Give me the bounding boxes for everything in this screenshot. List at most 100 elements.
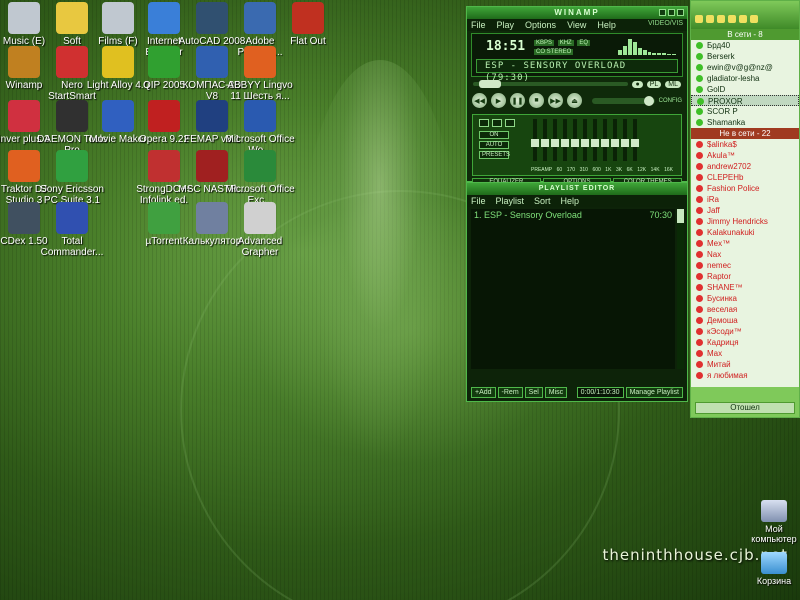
menu-view[interactable]: View <box>567 20 586 30</box>
contact-offline[interactable]: Бусинка <box>691 293 799 304</box>
my-computer-shortcut[interactable]: Мой компьютер <box>744 500 800 544</box>
pl-menu-file[interactable]: File <box>471 196 486 206</box>
search-icon[interactable] <box>717 15 725 23</box>
shade-button[interactable] <box>668 9 675 16</box>
eq-band-slider[interactable] <box>611 119 619 161</box>
contact-offline[interactable]: iRa <box>691 194 799 205</box>
time-display[interactable]: 18:51 <box>486 39 525 54</box>
desktop-shortcut[interactable]: Sony Ericsson PC Suite 3.1 <box>36 150 108 206</box>
contact-offline[interactable]: Митай <box>691 359 799 370</box>
misc-button[interactable]: Misc <box>544 386 568 398</box>
seek-knob[interactable] <box>479 80 501 88</box>
desktop-shortcut[interactable]: Microsoft Office Exc... <box>224 150 296 206</box>
eq-band-slider[interactable] <box>621 119 629 161</box>
eq-band-slider[interactable] <box>591 119 599 161</box>
contact-offline[interactable]: andrew2702 <box>691 161 799 172</box>
contact-offline[interactable]: Mex™ <box>691 238 799 249</box>
eq-band-slider[interactable] <box>631 119 639 161</box>
desktop-shortcut[interactable]: Flat Out <box>272 2 344 47</box>
eq-toggle-2[interactable] <box>492 119 502 127</box>
playlist-scrollbar[interactable] <box>677 209 684 369</box>
seek-bar[interactable] <box>473 80 629 88</box>
eq-band-slider[interactable] <box>541 119 549 161</box>
pl-menu-sort[interactable]: Sort <box>534 196 551 206</box>
contact-offline[interactable]: кЭсоди™ <box>691 326 799 337</box>
contact-offline[interactable]: Akula™ <box>691 150 799 161</box>
contact-offline[interactable]: $alinka$ <box>691 139 799 150</box>
contact-offline[interactable]: SHANE™ <box>691 282 799 293</box>
contact-offline[interactable]: CLEPEHb <box>691 172 799 183</box>
toggle-playlist-button[interactable]: PL <box>646 80 662 88</box>
add-button[interactable]: +Add <box>471 386 496 398</box>
contact-offline[interactable]: Raptor <box>691 271 799 282</box>
manage-playlist-button[interactable]: Manage Playlist <box>625 386 683 398</box>
contact-online[interactable]: Berserk <box>691 51 799 62</box>
contact-offline[interactable]: Fashion Police <box>691 183 799 194</box>
desktop-shortcut[interactable]: ABBYY Lingvo 11 Шесть я... <box>224 46 296 102</box>
eq-toggle-3[interactable] <box>505 119 515 127</box>
contact-offline[interactable]: nemec <box>691 260 799 271</box>
eq-on-button[interactable]: ON <box>479 131 509 139</box>
eq-band-slider[interactable] <box>561 119 569 161</box>
eq-preamp-slider[interactable] <box>531 119 539 161</box>
eq-band-slider[interactable] <box>601 119 609 161</box>
contact-online[interactable]: ewin@v@g@nz@ <box>691 62 799 73</box>
pause-icon[interactable]: ❚❚ <box>510 93 525 108</box>
menu-play[interactable]: Play <box>497 20 515 30</box>
config-label[interactable]: CONFIG <box>659 98 682 104</box>
desktop-shortcut[interactable]: Microsoft Office Wo... <box>224 100 296 156</box>
pl-menu-help[interactable]: Help <box>561 196 580 206</box>
menu-options[interactable]: Options <box>525 20 556 30</box>
volume-slider[interactable] <box>592 95 655 106</box>
contact-online[interactable]: Shamanka <box>691 117 799 128</box>
contact-online[interactable]: PROXOR <box>691 95 799 106</box>
contact-offline[interactable]: Kalakunakuki <box>691 227 799 238</box>
contact-list-window[interactable]: В сети - 8 Брд40 Berserk ewin@v@g@nz@ gladi… <box>690 0 800 418</box>
eq-presets-button[interactable]: PRESETS <box>479 151 510 159</box>
eq-toggle-1[interactable] <box>479 119 489 127</box>
list-item[interactable]: 1. ESP - Sensory Overload 70:30 <box>471 209 675 221</box>
menu-help[interactable]: Help <box>597 20 616 30</box>
prev-icon[interactable]: ◀◀ <box>472 93 487 108</box>
settings-icon[interactable] <box>706 15 714 23</box>
contact-offline[interactable]: Jimmy Hendricks <box>691 216 799 227</box>
desktop-shortcut[interactable]: Total Commander... <box>36 202 108 258</box>
pl-menu-playlist[interactable]: Playlist <box>496 196 525 206</box>
contact-online[interactable]: GolD <box>691 84 799 95</box>
status-selector[interactable]: Отошел <box>695 402 795 414</box>
eq-band-slider[interactable] <box>581 119 589 161</box>
contact-online[interactable]: gladiator-lesha <box>691 73 799 84</box>
eject-icon[interactable]: ⏏ <box>567 93 582 108</box>
play-icon[interactable]: ▶ <box>491 93 506 108</box>
contact-offline[interactable]: Jaff <box>691 205 799 216</box>
close-button[interactable] <box>677 9 684 16</box>
recycle-bin-shortcut[interactable]: Корзина <box>744 552 800 586</box>
contact-offline[interactable]: веселая <box>691 304 799 315</box>
toggle-eq-button[interactable]: ● <box>632 80 643 88</box>
status-icon[interactable] <box>695 15 703 23</box>
menu-icon[interactable] <box>750 15 758 23</box>
winamp-window[interactable]: WINAMP File Play Options View Help VIDEO… <box>466 6 688 186</box>
eq-band-slider[interactable] <box>571 119 579 161</box>
song-title-display[interactable]: ESP - SENSORY OVERLOAD (79:30) <box>476 59 678 83</box>
playlist-titlebar[interactable]: PLAYLIST EDITOR <box>467 183 687 195</box>
next-icon[interactable]: ▶▶ <box>548 93 563 108</box>
toggle-ml-button[interactable]: ML <box>665 80 681 88</box>
remove-button[interactable]: -Rem <box>497 386 523 398</box>
contact-offline[interactable]: Nax <box>691 249 799 260</box>
winamp-titlebar[interactable]: WINAMP <box>467 7 687 19</box>
select-button[interactable]: Sel <box>524 386 543 398</box>
menu-file[interactable]: File <box>471 20 486 30</box>
contact-offline[interactable]: Max <box>691 348 799 359</box>
desktop-shortcut[interactable]: Advanced Grapher <box>224 202 296 258</box>
eq-band-slider[interactable] <box>551 119 559 161</box>
contact-online[interactable]: SCOR P <box>691 106 799 117</box>
eq-auto-button[interactable]: AUTO <box>479 141 509 149</box>
visualizer[interactable] <box>618 39 677 55</box>
playlist-window[interactable]: PLAYLIST EDITOR File Playlist Sort Help … <box>466 182 688 402</box>
contact-offline[interactable]: Кадриця <box>691 337 799 348</box>
contact-offline[interactable]: я любимая <box>691 370 799 381</box>
contact-online[interactable]: Брд40 <box>691 40 799 51</box>
minimize-button[interactable] <box>659 9 666 16</box>
history-icon[interactable] <box>728 15 736 23</box>
